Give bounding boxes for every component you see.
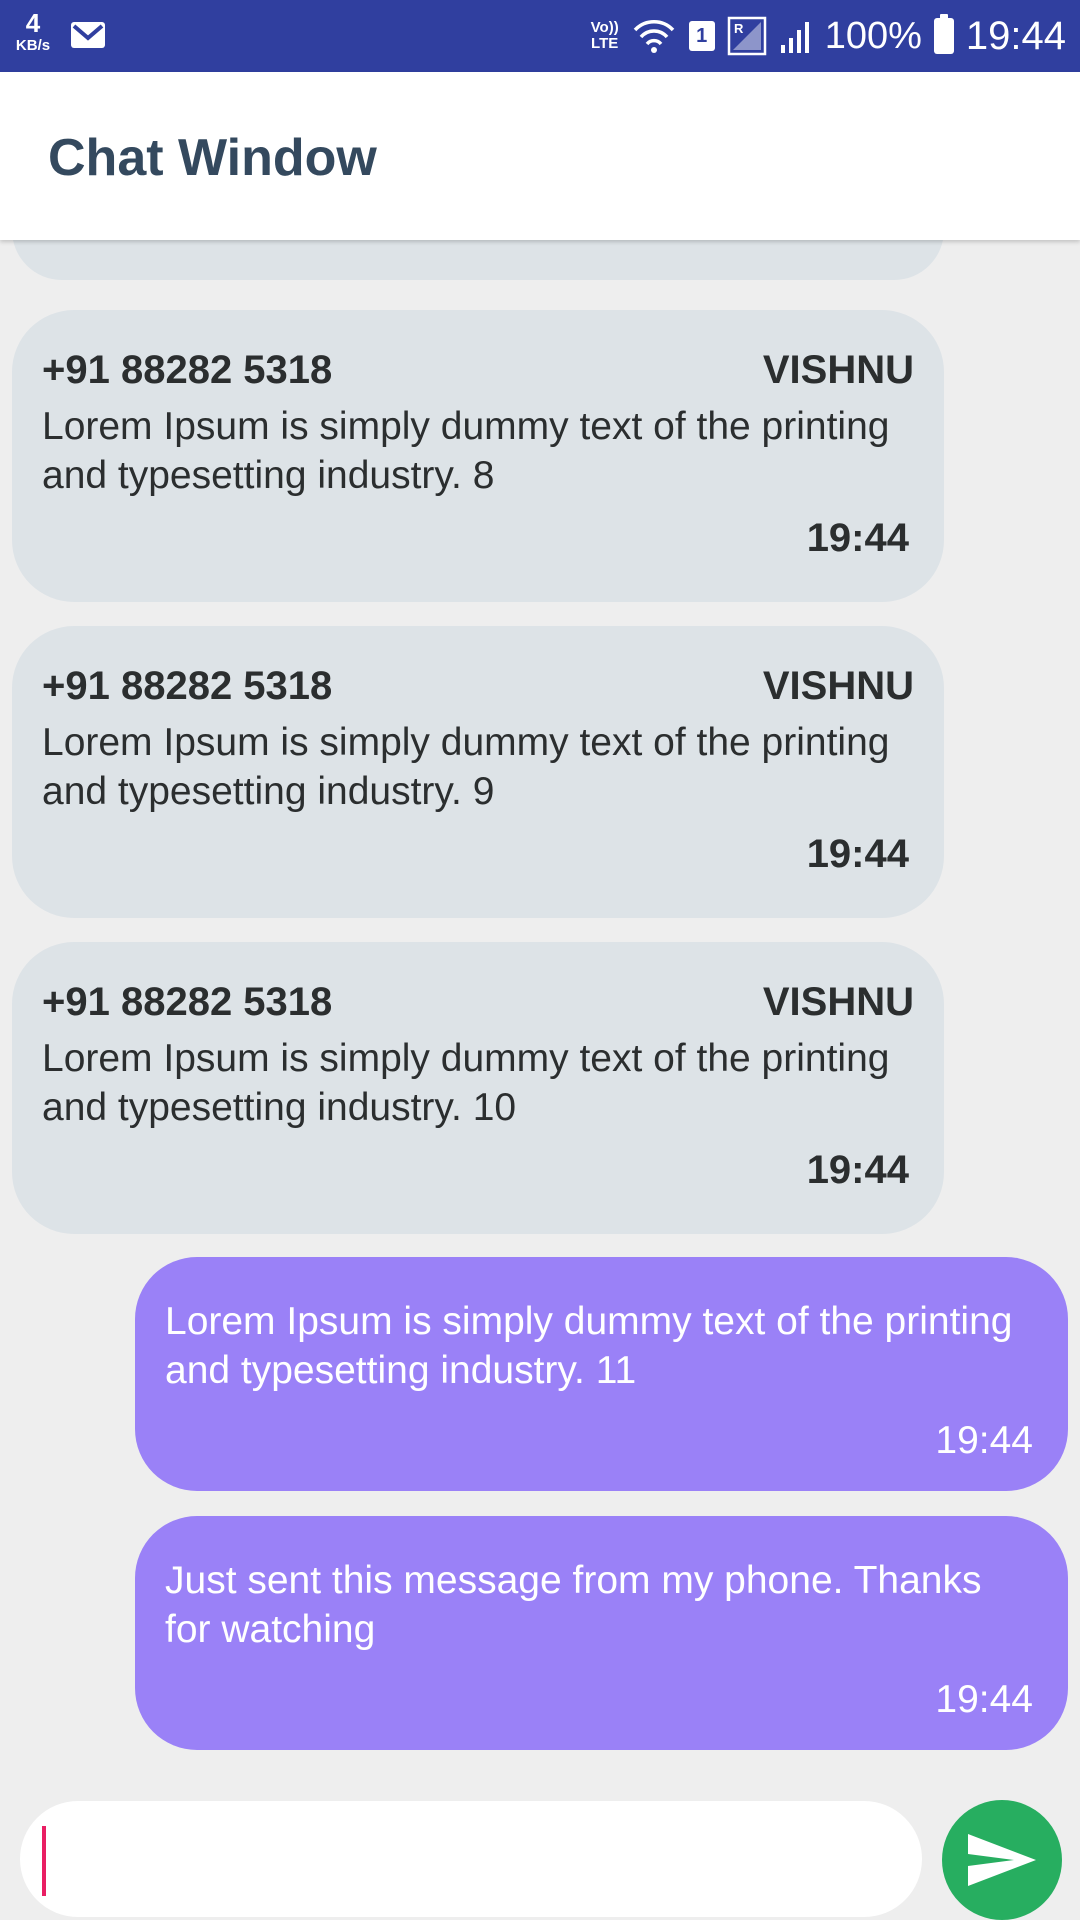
message-composer <box>0 1792 1080 1920</box>
sender-name: VISHNU <box>762 664 914 708</box>
message-text: Lorem Ipsum is simply dummy text of the … <box>42 721 890 813</box>
message-bubble-incoming[interactable]: +91 88282 5318 VISHNU Lorem Ipsum is sim… <box>12 626 944 918</box>
roaming-signal-icon: R <box>727 16 766 56</box>
network-speed: 4 KB/s <box>10 10 56 53</box>
gmail-icon <box>71 22 105 48</box>
text-cursor <box>42 1826 46 1896</box>
status-clock: 19:44 <box>965 13 1066 58</box>
message-text: Lorem Ipsum is simply dummy text of the … <box>165 1300 1013 1392</box>
sim-slot-indicator: 1 <box>688 21 715 51</box>
page-title: Chat Window <box>48 129 377 187</box>
wifi-icon <box>633 20 674 53</box>
message-bubble-incoming[interactable]: +91 88282 5318 VISHNU Lorem Ipsum is sim… <box>12 310 944 602</box>
sender-name: VISHNU <box>762 348 914 392</box>
message-bubble-incoming[interactable]: +91 88282 5318 VISHNU Lorem Ipsum is sim… <box>12 942 944 1234</box>
message-bubble-outgoing[interactable]: Lorem Ipsum is simply dummy text of the … <box>135 1257 1068 1491</box>
message-time: 19:44 <box>806 516 909 560</box>
signal-icon <box>780 22 809 53</box>
status-bar: 4 KB/s Vo)) LTE 1 R 100% 19:44 <box>0 0 1080 72</box>
message-time: 19:44 <box>935 1419 1033 1462</box>
network-speed-value: 4 <box>25 8 41 38</box>
network-speed-unit: KB/s <box>15 37 51 54</box>
message-list[interactable]: +91 88282 5318 VISHNU Lorem Ipsum is sim… <box>0 240 1080 1792</box>
battery-icon <box>933 14 954 54</box>
message-text: Just sent this message from my phone. Th… <box>165 1559 982 1651</box>
sender-number: +91 88282 5318 <box>42 980 333 1024</box>
message-text: Lorem Ipsum is simply dummy text of the … <box>42 405 890 497</box>
message-input[interactable] <box>20 1801 922 1917</box>
message-time: 19:44 <box>935 1678 1033 1721</box>
message-bubble-partial <box>12 240 944 280</box>
app-bar: Chat Window <box>0 72 1080 240</box>
svg-text:R: R <box>734 21 744 36</box>
sender-number: +91 88282 5318 <box>42 348 333 392</box>
send-button[interactable] <box>942 1800 1062 1920</box>
volte-indicator: Vo)) LTE <box>591 20 619 52</box>
message-bubble-outgoing[interactable]: Just sent this message from my phone. Th… <box>135 1516 1068 1750</box>
battery-percentage: 100% <box>824 14 922 57</box>
message-time: 19:44 <box>806 832 909 876</box>
status-icons: Vo)) LTE 1 R 100% 19:44 <box>591 0 1066 72</box>
volte-label: Vo)) <box>590 19 619 37</box>
message-time: 19:44 <box>806 1148 909 1192</box>
sender-name: VISHNU <box>762 980 914 1024</box>
message-text: Lorem Ipsum is simply dummy text of the … <box>42 1037 890 1129</box>
lte-label: LTE <box>591 35 619 52</box>
send-icon <box>968 1834 1036 1886</box>
sender-number: +91 88282 5318 <box>42 664 333 708</box>
